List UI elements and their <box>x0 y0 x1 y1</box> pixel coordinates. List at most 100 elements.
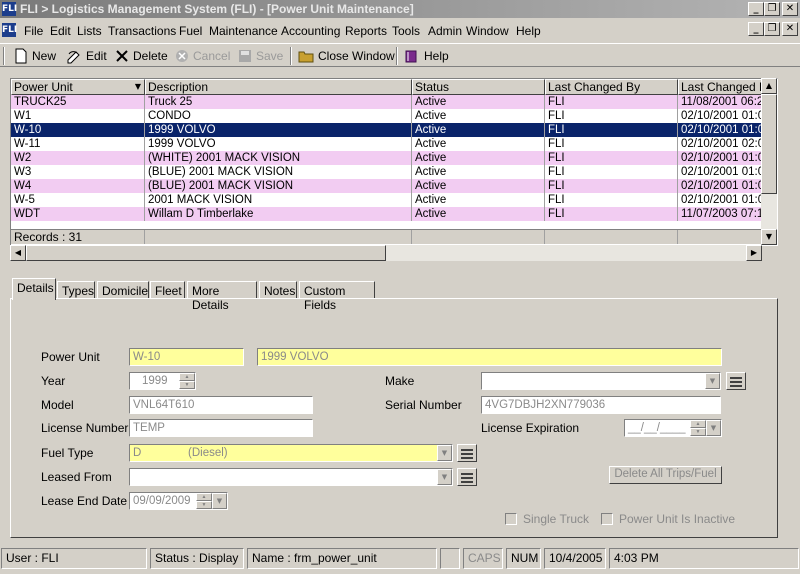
scroll-up-icon[interactable]: ▲ <box>761 78 777 94</box>
model-field[interactable]: VNL64T610 <box>129 396 313 414</box>
single-truck-checkbox[interactable] <box>505 513 517 525</box>
column-header-status[interactable]: Status <box>412 79 545 95</box>
table-cell-by: FLI <box>545 207 678 221</box>
scroll-down-icon[interactable]: ▼ <box>761 229 777 245</box>
menu-admin[interactable]: Admin <box>428 24 462 38</box>
tab-notes[interactable]: Notes <box>259 281 297 299</box>
grid-vertical-scrollbar[interactable]: ▲ ▼ <box>761 78 777 245</box>
tab-domicile[interactable]: Domicile <box>97 281 149 299</box>
menu-help[interactable]: Help <box>516 24 541 38</box>
status-blank <box>440 548 460 569</box>
spin-down-icon[interactable]: ▼ <box>690 428 706 436</box>
spin-down-icon[interactable]: ▼ <box>179 381 195 389</box>
table-row[interactable]: W4 (BLUE) 2001 MACK VISION Active FLI 02/10/… <box>11 179 777 193</box>
tab-more-details[interactable]: More Details <box>187 281 257 312</box>
fuel-type-list-button[interactable] <box>457 444 477 462</box>
edit-label: Edit <box>86 49 107 63</box>
license-exp-spinner[interactable]: ▲ ▼ <box>690 420 706 436</box>
grid-horizontal-scrollbar[interactable]: ◀ ▶ <box>10 245 762 261</box>
scroll-left-icon[interactable]: ◀ <box>10 245 26 261</box>
chevron-down-icon[interactable]: ▼ <box>706 420 721 436</box>
restore-icon[interactable]: ❐ <box>764 2 780 16</box>
table-cell-date: 02/10/2001 01:0 <box>678 123 768 137</box>
lease-end-date-field[interactable]: 09/09/2009 ▲ ▼ ▼ <box>129 492 228 510</box>
table-row[interactable]: W-10 1999 VOLVO Active FLI 02/10/2001 01:0 <box>11 123 777 137</box>
cancel-button[interactable]: Cancel <box>175 48 230 64</box>
table-cell-unit: TRUCK25 <box>11 95 145 109</box>
table-row[interactable]: W2 (WHITE) 2001 MACK VISION Active FLI 02/10… <box>11 151 777 165</box>
folder-icon <box>298 51 314 63</box>
help-button[interactable]: Help <box>404 48 449 64</box>
menu-maintenance[interactable]: Maintenance <box>209 24 278 38</box>
license-number-field[interactable]: TEMP <box>129 419 313 437</box>
scroll-thumb[interactable] <box>761 94 777 194</box>
menu-tools[interactable]: Tools <box>392 24 420 38</box>
minimize-icon[interactable]: _ <box>748 2 764 16</box>
spin-up-icon[interactable]: ▲ <box>196 493 212 501</box>
serial-number-field[interactable]: 4VG7DBJH2XN779036 <box>481 396 721 414</box>
power-unit-field[interactable]: W-10 <box>129 348 244 366</box>
edit-button[interactable]: Edit <box>66 48 107 64</box>
new-button[interactable]: New <box>14 48 56 64</box>
lease-end-spinner[interactable]: ▲ ▼ <box>196 493 212 509</box>
tab-types[interactable]: Types <box>57 281 95 299</box>
mdi-child-icon[interactable]: FLI <box>2 23 17 37</box>
table-cell-status: Active <box>412 179 545 193</box>
fuel-type-select[interactable]: D (Diesel) ▼ <box>129 444 453 462</box>
menu-accounting[interactable]: Accounting <box>281 24 340 38</box>
spin-up-icon[interactable]: ▲ <box>690 420 706 428</box>
table-row[interactable]: W1 CONDO Active FLI 02/10/2001 01:0 <box>11 109 777 123</box>
table-row[interactable]: WDT Willam D Timberlake Active FLI 11/07/200… <box>11 207 777 221</box>
status-time: 4:03 PM <box>609 548 799 569</box>
chevron-down-icon[interactable]: ▼ <box>705 373 720 389</box>
close-window-button[interactable]: Close Window <box>298 48 395 64</box>
menu-lists[interactable]: Lists <box>77 24 102 38</box>
delete-button[interactable]: Delete <box>115 48 168 64</box>
make-list-button[interactable] <box>726 372 746 390</box>
make-select[interactable]: ▼ <box>481 372 721 390</box>
menu-fuel[interactable]: Fuel <box>179 24 202 38</box>
menu-edit[interactable]: Edit <box>50 24 71 38</box>
menu-bar: FLI File Edit Lists Transactions Fuel Ma… <box>0 20 800 42</box>
chevron-down-icon[interactable]: ▼ <box>437 469 452 485</box>
chevron-down-icon[interactable]: ▼ <box>437 445 452 461</box>
table-cell-desc: CONDO <box>145 109 412 123</box>
window-title: FLI > Logistics Management System (FLI) … <box>20 2 414 16</box>
leased-from-select[interactable]: ▼ <box>129 468 453 486</box>
spin-down-icon[interactable]: ▼ <box>196 501 212 509</box>
child-minimize-icon[interactable]: _ <box>748 22 764 36</box>
year-spinner[interactable]: ▲ ▼ <box>179 373 195 389</box>
column-header-last-changed-date[interactable]: Last Changed Da <box>678 79 768 95</box>
scroll-thumb[interactable] <box>26 245 386 261</box>
scroll-right-icon[interactable]: ▶ <box>746 245 762 261</box>
menu-transactions[interactable]: Transactions <box>108 24 176 38</box>
tab-details[interactable]: Details <box>12 278 56 300</box>
table-row[interactable]: W-5 2001 MACK VISION Active FLI 02/10/2001 0… <box>11 193 777 207</box>
menu-reports[interactable]: Reports <box>345 24 387 38</box>
leased-from-list-button[interactable] <box>457 468 477 486</box>
table-row[interactable]: W3 (BLUE) 2001 MACK VISION Active FLI 02/10/… <box>11 165 777 179</box>
table-row[interactable]: W-11 1999 VOLVO Active FLI 02/10/2001 02:0 <box>11 137 777 151</box>
table-row[interactable]: TRUCK25 Truck 25 Active FLI 11/08/2001 06:2 <box>11 95 777 109</box>
tab-fleet[interactable]: Fleet <box>150 281 185 299</box>
delete-all-trips-button[interactable]: Delete All Trips/Fuel <box>609 466 722 484</box>
power-unit-grid[interactable]: Power Unit ▼ Description Status Last Cha… <box>10 78 778 246</box>
close-icon[interactable]: ✕ <box>782 2 798 16</box>
save-button[interactable]: Save <box>238 48 283 64</box>
child-restore-icon[interactable]: ❐ <box>764 22 780 36</box>
child-close-icon[interactable]: ✕ <box>782 22 798 36</box>
menu-file[interactable]: File <box>24 24 43 38</box>
app-icon: FLI <box>2 2 18 16</box>
column-header-description[interactable]: Description <box>145 79 412 95</box>
description-field[interactable]: 1999 VOLVO <box>257 348 722 366</box>
chevron-down-icon[interactable]: ▼ <box>212 493 227 509</box>
column-header-power-unit[interactable]: Power Unit ▼ <box>11 79 145 95</box>
menu-window[interactable]: Window <box>466 24 509 38</box>
spin-up-icon[interactable]: ▲ <box>179 373 195 381</box>
inactive-checkbox[interactable] <box>601 513 613 525</box>
year-field[interactable]: 1999 ▲ ▼ <box>129 372 196 390</box>
column-header-last-changed-by[interactable]: Last Changed By <box>545 79 678 95</box>
year-value: 1999 <box>142 375 168 387</box>
tab-custom-fields[interactable]: Custom Fields <box>299 281 375 312</box>
license-expiration-field[interactable]: __/__/____ ▲ ▼ ▼ <box>624 419 722 437</box>
